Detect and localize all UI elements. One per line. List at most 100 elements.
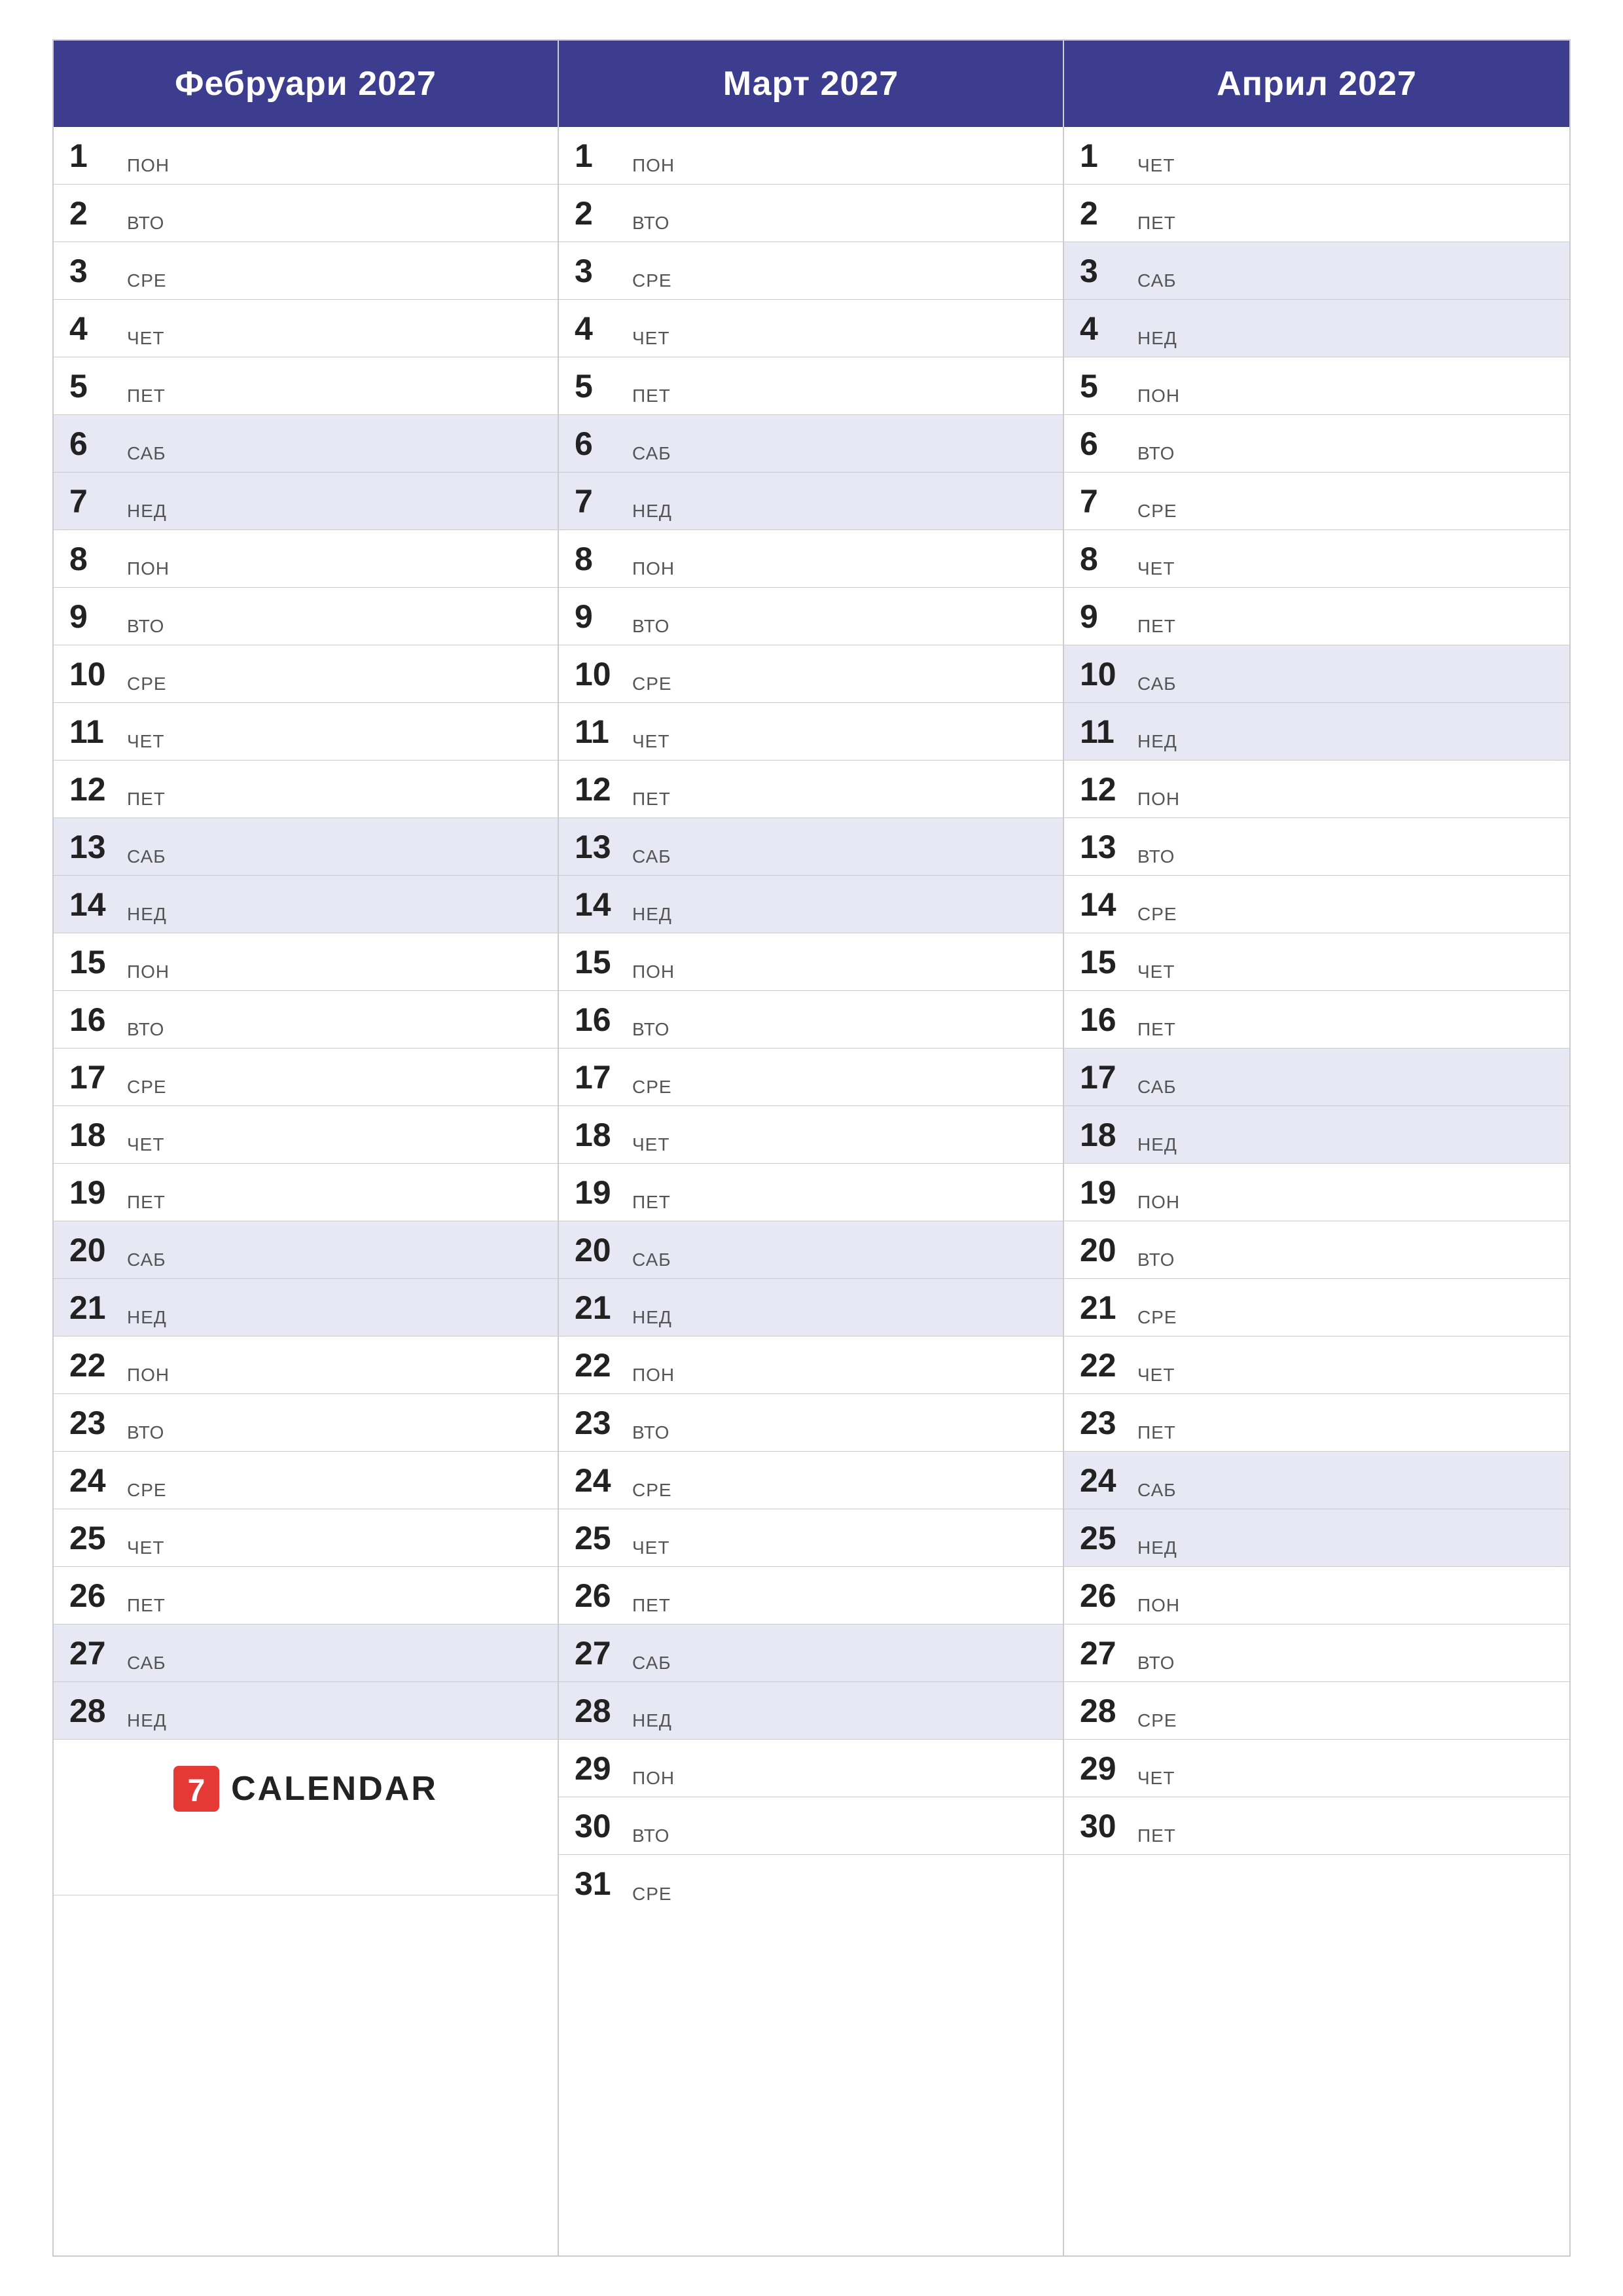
empty-row bbox=[54, 1838, 558, 1895]
day-number: 13 bbox=[69, 831, 122, 863]
day-row: 15ЧЕТ bbox=[1064, 933, 1569, 991]
day-number: 17 bbox=[1080, 1061, 1132, 1094]
day-name: ВТО bbox=[127, 1422, 164, 1443]
day-row: 10САБ bbox=[1064, 645, 1569, 703]
day-name: НЕД bbox=[1137, 1134, 1177, 1155]
day-row: 14НЕД bbox=[54, 876, 558, 933]
day-name: ПЕТ bbox=[127, 1192, 166, 1213]
day-row: 10СРЕ bbox=[54, 645, 558, 703]
day-number: 9 bbox=[1080, 600, 1132, 633]
day-number: 1 bbox=[1080, 139, 1132, 172]
day-name: НЕД bbox=[1137, 1537, 1177, 1558]
day-row: 26ПЕТ bbox=[54, 1567, 558, 1624]
day-name: ВТО bbox=[127, 1019, 164, 1040]
calendar-logo-icon: 7 bbox=[173, 1766, 219, 1812]
day-number: 9 bbox=[575, 600, 627, 633]
day-row: 19ПЕТ bbox=[559, 1164, 1063, 1221]
day-number: 30 bbox=[1080, 1810, 1132, 1842]
day-number: 21 bbox=[575, 1291, 627, 1324]
day-number: 17 bbox=[69, 1061, 122, 1094]
day-number: 22 bbox=[69, 1349, 122, 1382]
day-name: ВТО bbox=[1137, 1653, 1175, 1674]
day-row: 25ЧЕТ bbox=[559, 1509, 1063, 1567]
day-name: НЕД bbox=[127, 1710, 167, 1731]
day-number: 8 bbox=[69, 543, 122, 575]
day-row: 29ПОН bbox=[559, 1740, 1063, 1797]
day-row: 28НЕД bbox=[54, 1682, 558, 1740]
day-number: 10 bbox=[1080, 658, 1132, 691]
day-number: 14 bbox=[575, 888, 627, 921]
day-name: ПЕТ bbox=[1137, 213, 1176, 234]
day-number: 11 bbox=[1080, 715, 1132, 748]
day-name: ВТО bbox=[1137, 846, 1175, 867]
day-number: 16 bbox=[1080, 1003, 1132, 1036]
day-number: 28 bbox=[1080, 1695, 1132, 1727]
day-row: 21НЕД bbox=[559, 1279, 1063, 1336]
day-row: 16ПЕТ bbox=[1064, 991, 1569, 1049]
day-row: 1ЧЕТ bbox=[1064, 127, 1569, 185]
day-row: 21НЕД bbox=[54, 1279, 558, 1336]
day-number: 2 bbox=[69, 197, 122, 230]
day-row: 3СРЕ bbox=[559, 242, 1063, 300]
logo-row: 7CALENDAR bbox=[54, 1740, 558, 1838]
day-number: 27 bbox=[69, 1637, 122, 1670]
day-row: 22ПОН bbox=[54, 1336, 558, 1394]
day-name: ВТО bbox=[127, 616, 164, 637]
day-number: 18 bbox=[69, 1119, 122, 1151]
day-number: 16 bbox=[69, 1003, 122, 1036]
day-name: СРЕ bbox=[1137, 1307, 1177, 1328]
day-number: 4 bbox=[69, 312, 122, 345]
day-row: 28НЕД bbox=[559, 1682, 1063, 1740]
day-number: 6 bbox=[69, 427, 122, 460]
day-row: 2ВТО bbox=[54, 185, 558, 242]
day-number: 27 bbox=[1080, 1637, 1132, 1670]
day-number: 15 bbox=[575, 946, 627, 978]
day-number: 29 bbox=[575, 1752, 627, 1785]
day-name: СРЕ bbox=[127, 673, 167, 694]
day-row: 19ПЕТ bbox=[54, 1164, 558, 1221]
month-header-2: Април 2027 bbox=[1064, 41, 1569, 127]
month-column-0: Фебруари 20271ПОН2ВТО3СРЕ4ЧЕТ5ПЕТ6САБ7НЕ… bbox=[54, 41, 559, 2255]
day-row: 23ВТО bbox=[54, 1394, 558, 1452]
day-name: ПОН bbox=[632, 1365, 675, 1386]
day-row: 29ЧЕТ bbox=[1064, 1740, 1569, 1797]
day-number: 1 bbox=[69, 139, 122, 172]
day-row: 7СРЕ bbox=[1064, 473, 1569, 530]
day-row: 26ПЕТ bbox=[559, 1567, 1063, 1624]
day-name: ПЕТ bbox=[632, 1595, 671, 1616]
day-name: СРЕ bbox=[632, 1480, 672, 1501]
day-name: ПОН bbox=[1137, 386, 1180, 406]
day-row: 17СРЕ bbox=[559, 1049, 1063, 1106]
day-row: 2ПЕТ bbox=[1064, 185, 1569, 242]
day-row: 5ПЕТ bbox=[54, 357, 558, 415]
day-name: ВТО bbox=[632, 1422, 669, 1443]
day-number: 25 bbox=[69, 1522, 122, 1554]
day-number: 23 bbox=[1080, 1407, 1132, 1439]
day-row: 17САБ bbox=[1064, 1049, 1569, 1106]
day-number: 9 bbox=[69, 600, 122, 633]
day-row: 13САБ bbox=[559, 818, 1063, 876]
day-name: ЧЕТ bbox=[632, 1537, 669, 1558]
day-name: ПЕТ bbox=[127, 386, 166, 406]
day-name: САБ bbox=[1137, 1480, 1177, 1501]
day-row: 16ВТО bbox=[54, 991, 558, 1049]
day-number: 18 bbox=[575, 1119, 627, 1151]
day-row: 25ЧЕТ bbox=[54, 1509, 558, 1567]
day-name: ПОН bbox=[127, 961, 169, 982]
day-number: 23 bbox=[69, 1407, 122, 1439]
day-number: 18 bbox=[1080, 1119, 1132, 1151]
day-number: 8 bbox=[575, 543, 627, 575]
day-number: 24 bbox=[69, 1464, 122, 1497]
day-row: 8ПОН bbox=[54, 530, 558, 588]
day-number: 26 bbox=[1080, 1579, 1132, 1612]
day-name: ВТО bbox=[1137, 1249, 1175, 1270]
day-number: 14 bbox=[69, 888, 122, 921]
day-name: ПОН bbox=[632, 961, 675, 982]
day-name: ПОН bbox=[127, 155, 169, 176]
month-header-0: Фебруари 2027 bbox=[54, 41, 558, 127]
day-number: 28 bbox=[575, 1695, 627, 1727]
day-number: 11 bbox=[69, 715, 122, 748]
month-column-1: Март 20271ПОН2ВТО3СРЕ4ЧЕТ5ПЕТ6САБ7НЕД8ПО… bbox=[559, 41, 1064, 2255]
day-number: 1 bbox=[575, 139, 627, 172]
day-row: 7НЕД bbox=[559, 473, 1063, 530]
